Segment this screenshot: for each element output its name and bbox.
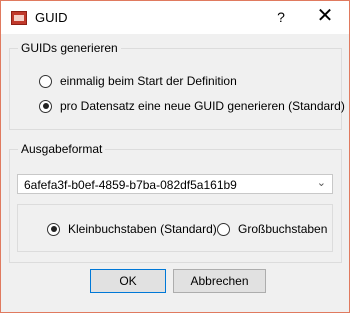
guid-dialog: GUID ? ✕ GUIDs generieren einmalig beim …	[0, 0, 350, 313]
radio-lowercase[interactable]: Kleinbuchstaben (Standard)	[47, 222, 217, 236]
radio-label: einmalig beim Start der Definition	[60, 74, 237, 88]
window-title: GUID	[35, 10, 68, 25]
group-legend-output: Ausgabeformat	[18, 142, 106, 156]
radio-checked-icon	[39, 99, 52, 113]
guid-generate-group: GUIDs generieren	[9, 41, 342, 130]
cancel-button[interactable]: Abbrechen	[173, 269, 266, 293]
title-bar: GUID ? ✕	[1, 1, 349, 34]
app-icon	[11, 11, 27, 25]
radio-checked-icon	[47, 222, 60, 236]
radio-label: Kleinbuchstaben (Standard)	[68, 222, 217, 236]
radio-icon	[39, 74, 52, 88]
radio-label: pro Datensatz eine neue GUID generieren …	[60, 99, 345, 113]
close-icon[interactable]: ✕	[313, 5, 337, 27]
help-button[interactable]: ?	[273, 9, 289, 25]
chevron-down-icon[interactable]: ⌄	[317, 176, 326, 189]
combo-value: 6afefa3f-b0ef-4859-b7ba-082df5a161b9	[24, 178, 237, 192]
guid-format-combobox[interactable]: 6afefa3f-b0ef-4859-b7ba-082df5a161b9 ⌄	[17, 174, 333, 194]
ok-button[interactable]: OK	[90, 269, 166, 293]
radio-per-record[interactable]: pro Datensatz eine neue GUID generieren …	[39, 99, 345, 113]
group-legend-generate: GUIDs generieren	[18, 41, 121, 55]
radio-label: Großbuchstaben	[238, 222, 328, 236]
radio-uppercase[interactable]: Großbuchstaben	[217, 222, 327, 236]
radio-once-per-start[interactable]: einmalig beim Start der Definition	[39, 74, 237, 88]
radio-icon	[217, 222, 230, 236]
